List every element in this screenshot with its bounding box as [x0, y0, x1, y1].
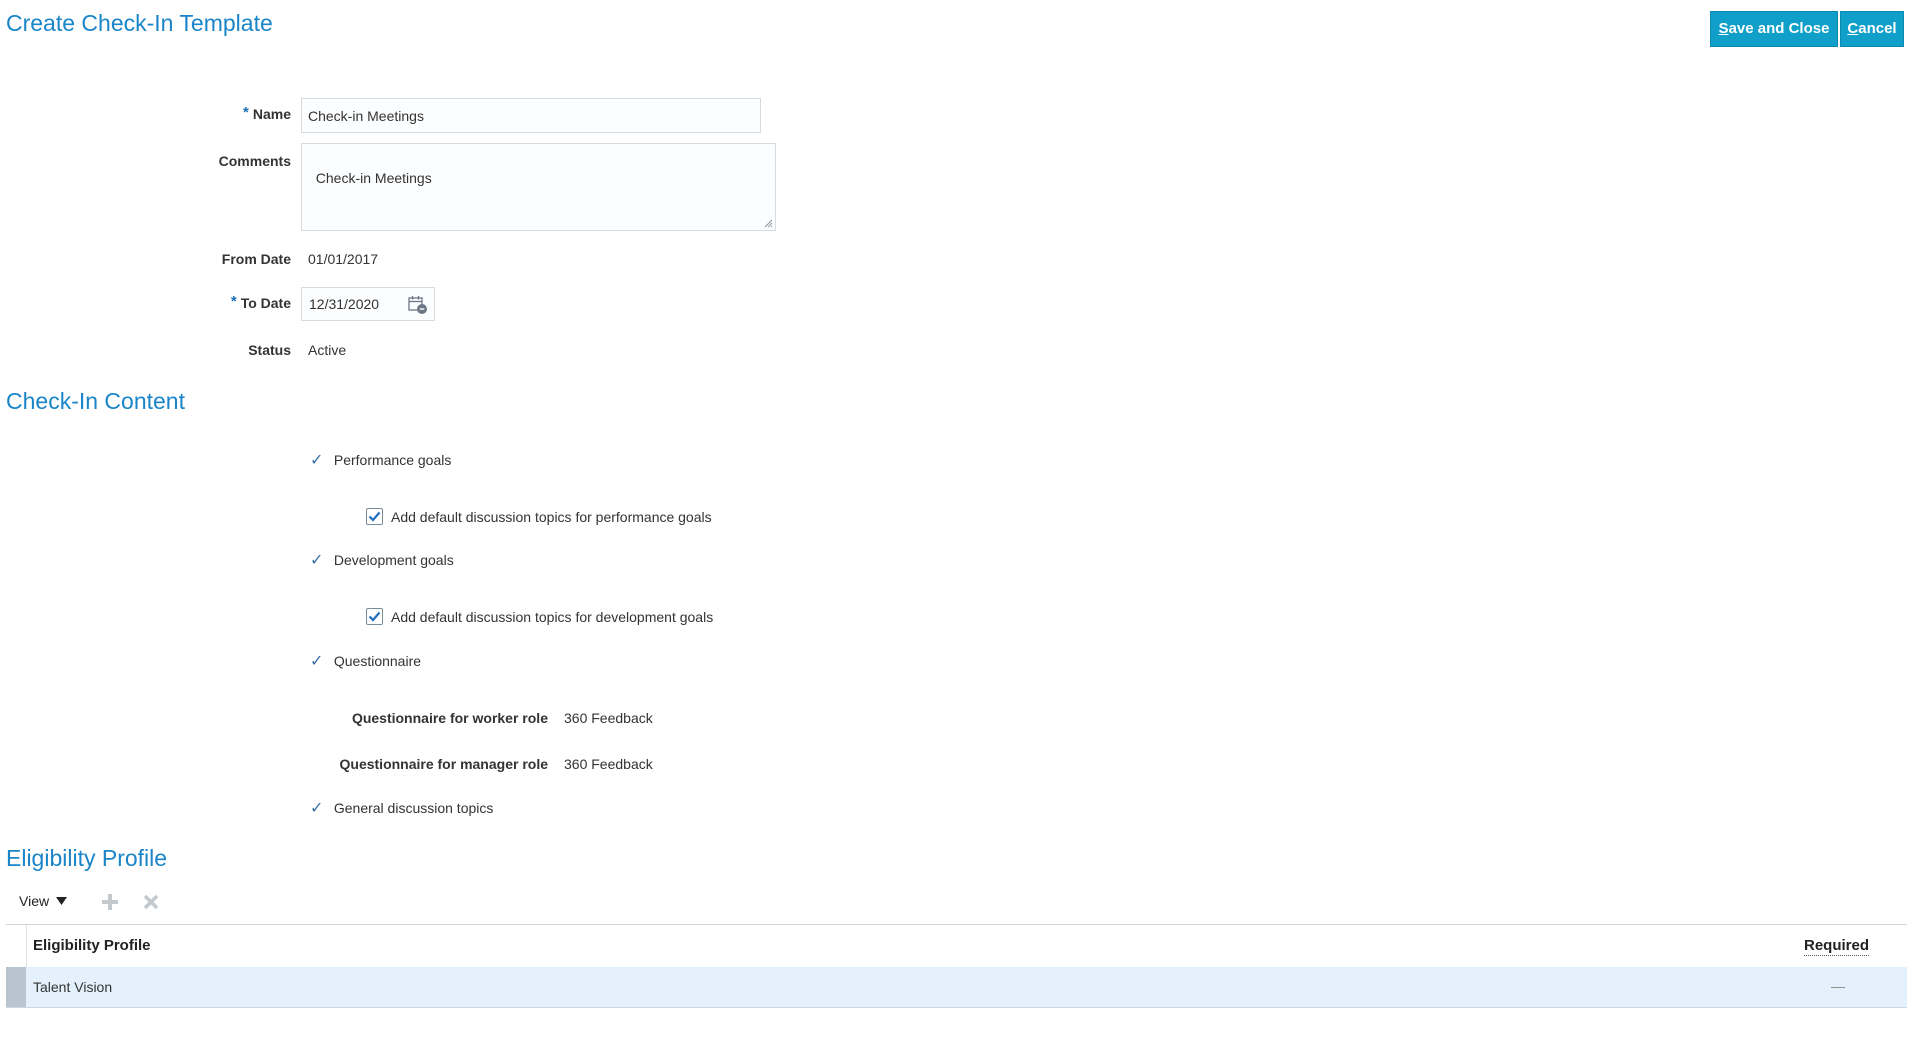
required-indicator: * [230, 293, 237, 310]
status-value: Active [308, 342, 347, 358]
checkmark-icon: ✓ [310, 552, 324, 569]
questionnaire-item: ✓ Questionnaire [310, 651, 421, 671]
column-header-eligibility-profile[interactable]: Eligibility Profile [33, 937, 151, 954]
table-row[interactable]: Talent Vision — [6, 967, 1907, 1008]
row-selector[interactable] [6, 967, 26, 1007]
cancel-label-rest: ancel [1858, 20, 1897, 37]
checkbox-check-icon [368, 511, 381, 522]
save-mnemonic: S [1718, 20, 1729, 37]
general-topics-item: ✓ General discussion topics [310, 798, 493, 818]
performance-goals-item: ✓ Performance goals [310, 450, 451, 470]
questionnaire-label: Questionnaire [333, 653, 422, 669]
general-topics-label: General discussion topics [333, 800, 494, 816]
to-date-label: * To Date [230, 293, 291, 311]
status-label: Status [248, 342, 291, 358]
delete-icon[interactable] [142, 893, 160, 911]
resize-handle-icon[interactable] [763, 218, 773, 228]
checkmark-icon: ✓ [310, 452, 324, 469]
dev-topics-checkbox[interactable] [366, 608, 383, 625]
dev-topics-label: Add default discussion topics for develo… [391, 608, 714, 625]
checkmark-icon: ✓ [310, 653, 324, 670]
eligibility-profile-cell: Talent Vision [33, 979, 113, 995]
from-date-label: From Date [221, 251, 291, 267]
required-cell: — [1831, 978, 1845, 994]
eligibility-table-header: Eligibility Profile Required [6, 924, 1907, 968]
dev-topics-checkbox-row[interactable]: Add default discussion topics for develo… [366, 608, 713, 625]
required-indicator: * [243, 104, 249, 121]
comments-textarea[interactable]: Check-in Meetings [301, 143, 776, 231]
manager-role-value: 360 Feedback [564, 756, 653, 772]
perf-topics-label: Add default discussion topics for perfor… [391, 508, 712, 525]
save-and-close-button[interactable]: Save and Close [1710, 11, 1838, 47]
name-input[interactable] [301, 98, 761, 133]
cancel-mnemonic: C [1847, 20, 1859, 37]
save-label-rest: ave and Close [1728, 20, 1830, 37]
to-date-value: 12/31/2020 [309, 296, 380, 312]
perf-topics-checkbox-row[interactable]: Add default discussion topics for perfor… [366, 508, 712, 525]
from-date-value: 01/01/2017 [308, 251, 379, 267]
development-goals-item: ✓ Development goals [310, 550, 454, 570]
column-header-required[interactable]: Required [1804, 937, 1870, 956]
development-goals-label: Development goals [333, 552, 454, 568]
checkbox-check-icon [368, 611, 381, 622]
comments-value: Check-in Meetings [315, 170, 432, 186]
to-date-field[interactable]: 12/31/2020 [301, 287, 435, 321]
row-selector-header [6, 925, 27, 967]
calendar-icon[interactable] [407, 294, 429, 316]
eligibility-profile-title: Eligibility Profile [6, 845, 168, 871]
check-in-content-title: Check-In Content [6, 388, 185, 414]
worker-role-value: 360 Feedback [564, 710, 653, 726]
worker-role-label: Questionnaire for worker role [351, 710, 548, 726]
comments-label: Comments [218, 153, 291, 169]
perf-topics-checkbox[interactable] [366, 508, 383, 525]
add-icon[interactable] [101, 893, 119, 911]
checkmark-icon: ✓ [310, 800, 324, 817]
name-label: * Name [243, 104, 291, 122]
cancel-button[interactable]: Cancel [1840, 11, 1904, 47]
view-menu[interactable]: View [19, 893, 68, 909]
manager-role-label: Questionnaire for manager role [339, 756, 549, 772]
caret-down-icon [56, 897, 68, 905]
page-title: Create Check-In Template [6, 10, 273, 36]
performance-goals-label: Performance goals [333, 452, 452, 468]
view-menu-label: View [19, 893, 50, 909]
